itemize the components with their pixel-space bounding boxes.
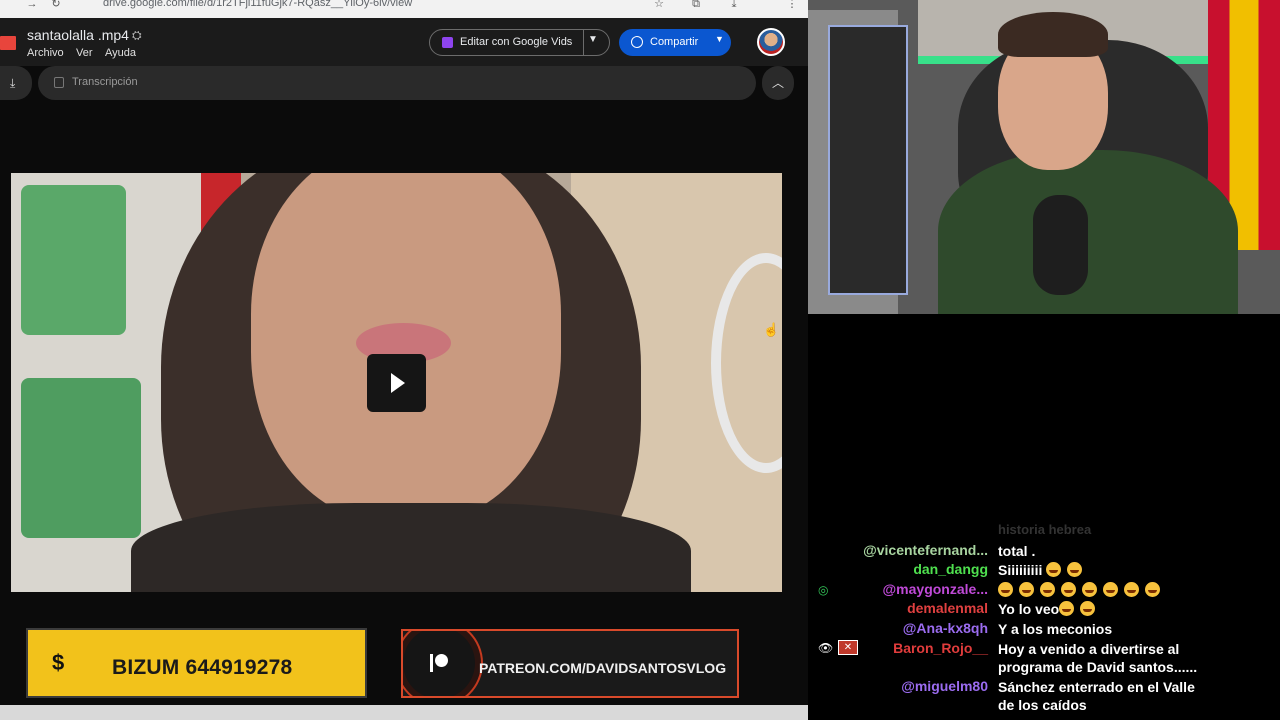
chevron-down-icon[interactable]: ▼ [588, 34, 598, 45]
chat-message [998, 581, 1166, 599]
edit-with-vids-label: Editar con Google Vids [460, 36, 573, 48]
play-icon [391, 373, 405, 393]
chat-message-text: Yo lo veo [998, 601, 1060, 617]
url-text[interactable]: drive.google.com/file/d/1r2TFjl11fuGjk7-… [103, 0, 412, 9]
webcam-feed [808, 0, 1280, 314]
laughing-emoji-icon [1145, 582, 1160, 597]
forward-icon[interactable]: → [26, 0, 38, 10]
download-button[interactable]: ⤓ [0, 66, 32, 100]
laughing-emoji-icon [998, 582, 1013, 597]
rofl-emoji-icon [1080, 601, 1096, 616]
chat-panel: historia hebrea @vicentefernand... total… [808, 314, 1280, 720]
transcript-bar[interactable]: Transcripción [38, 66, 756, 100]
laughing-emoji-icon [1103, 582, 1118, 597]
browser-menu-icon[interactable]: ⋮ [786, 0, 798, 10]
chevron-up-icon: ︿ [772, 76, 785, 90]
chat-username: dan_dangg [913, 561, 988, 577]
file-title: santaolalla .mp4 [27, 27, 129, 43]
video-green-panel [21, 378, 141, 538]
edit-with-vids-button[interactable]: Editar con Google Vids ▼ [429, 29, 610, 56]
play-button[interactable] [367, 354, 426, 412]
collapse-button[interactable]: ︿ [762, 66, 794, 100]
download-browser-icon[interactable]: ⤓ [728, 0, 740, 10]
chat-message: total . [998, 543, 1036, 559]
chat-message: Sánchez enterrado en el Valle [998, 679, 1195, 695]
laughing-emoji-icon [1124, 582, 1139, 597]
webcam-microphone [1033, 195, 1088, 295]
menu-ayuda[interactable]: Ayuda [105, 47, 136, 59]
shared-people-icon[interactable]: ⛭ [132, 29, 145, 42]
laughing-emoji-icon [1040, 582, 1055, 597]
rofl-emoji-icon [1059, 601, 1075, 616]
menu-ver[interactable]: Ver [76, 47, 93, 59]
chat-username: @Ana-kx8qh [902, 620, 988, 636]
download-icon: ⤓ [10, 76, 16, 90]
share-button[interactable]: Compartir ▼ [619, 29, 731, 56]
chat-message: Siiiiiiiii [998, 561, 1088, 579]
webcam-display-case [828, 25, 908, 295]
drive-viewer: → ↻ drive.google.com/file/d/1r2TFjl11fuG… [0, 0, 808, 720]
star-icon[interactable]: ☆ [653, 0, 665, 10]
video-clothing [131, 503, 691, 592]
avatar[interactable] [757, 28, 785, 56]
reload-icon[interactable]: ↻ [50, 0, 62, 10]
chat-username: demalenmal [907, 600, 988, 616]
laughing-emoji-icon [1019, 582, 1034, 597]
webcam-hoodie [938, 150, 1238, 314]
video-file-icon [0, 36, 16, 50]
menu-archivo[interactable]: Archivo [27, 47, 64, 59]
chat-message-continued: programa de David santos...... [998, 659, 1198, 675]
hand-cursor-icon: ☝ [763, 322, 780, 337]
button-divider [583, 30, 584, 55]
video-green-panel [21, 185, 126, 335]
dollar-icon: $ [52, 650, 65, 675]
chevron-down-icon[interactable]: ▼ [715, 34, 724, 44]
chat-username: @maygonzale... [882, 581, 988, 597]
extensions-icon[interactable]: ⧉ [690, 0, 702, 10]
chat-message-continued: de los caídos [998, 697, 1087, 713]
patreon-banner: PATREON.COM/DAVIDSANTOSVLOG [401, 629, 739, 698]
globe-icon [631, 36, 643, 48]
bottom-strip [0, 705, 808, 720]
laughing-emoji-icon [1082, 582, 1097, 597]
laughing-emoji-icon [1061, 582, 1076, 597]
eye-badge-icon: 👁 [818, 641, 834, 655]
laughing-emoji-icon [1067, 562, 1083, 577]
bizum-text: BIZUM 644919278 [112, 656, 293, 679]
webcam-hair [998, 12, 1108, 57]
chat-message: Yo lo veo [998, 600, 1101, 618]
browser-address-bar[interactable]: → ↻ drive.google.com/file/d/1r2TFjl11fuG… [0, 0, 808, 19]
chat-username: @miguelm80 [901, 678, 988, 694]
subscriber-badge-icon: ◎ [818, 583, 829, 597]
document-icon [54, 77, 64, 88]
bizum-banner: $ BIZUM 644919278 [26, 628, 367, 698]
chat-username: Baron_Rojo__ [893, 640, 988, 656]
chat-faded-message: historia hebrea [998, 522, 1092, 537]
patreon-text: PATREON.COM/DAVIDSANTOSVLOG [479, 660, 727, 676]
flag-badge-icon: ✕ [838, 640, 858, 655]
laughing-emoji-icon [1046, 562, 1062, 577]
share-label: Compartir [650, 36, 699, 48]
chat-message: Hoy a venido a divertirse al [998, 641, 1180, 657]
chat-message: Y a los meconios [998, 621, 1113, 637]
chat-message-text: Siiiiiiiii [998, 562, 1043, 578]
transcript-label: Transcripción [72, 76, 138, 88]
chat-username: @vicentefernand... [863, 542, 988, 558]
patreon-icon [430, 654, 448, 672]
vids-icon [442, 37, 453, 48]
